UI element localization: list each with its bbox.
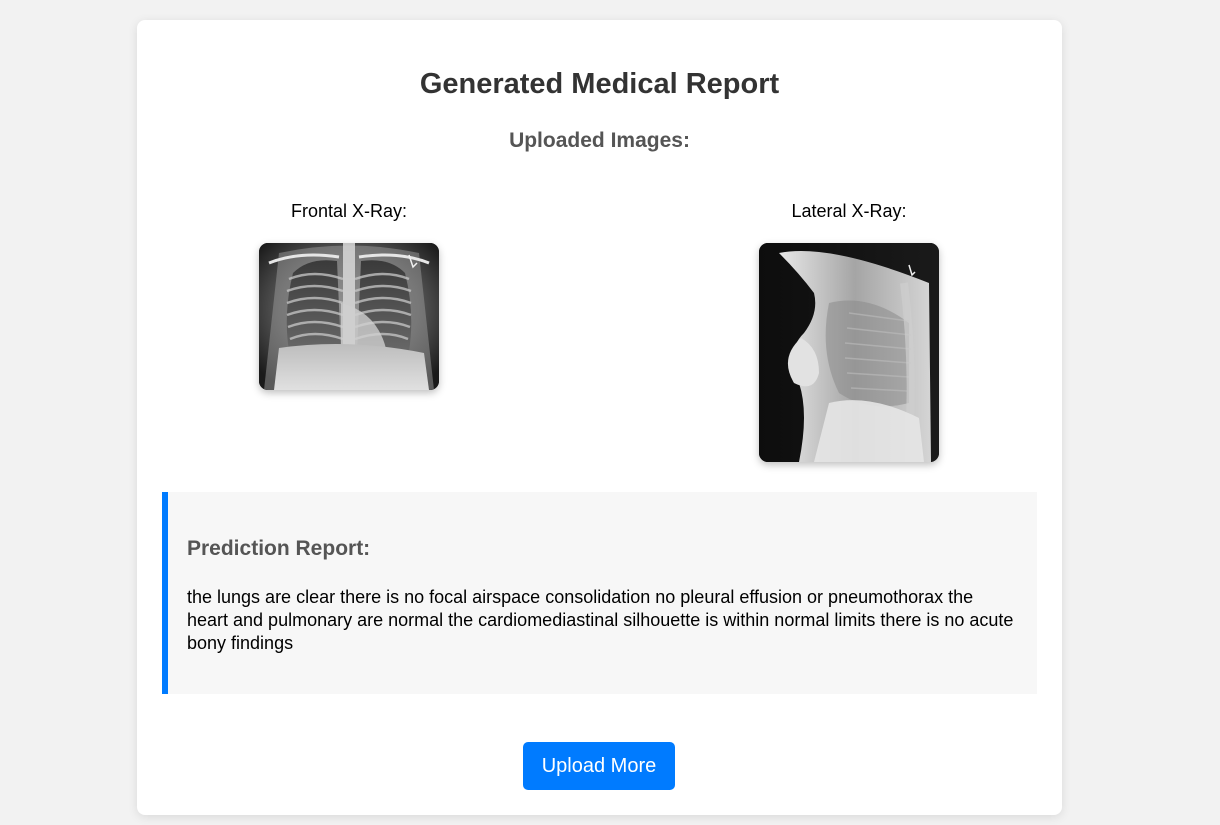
frontal-xray-section: Frontal X-Ray: xyxy=(199,200,499,390)
frontal-xray-label: Frontal X-Ray: xyxy=(290,201,408,221)
prediction-report-text: the lungs are clear there is no focal ai… xyxy=(187,587,1014,653)
prediction-report-heading: Prediction Report: xyxy=(187,537,371,560)
page-title: Generated Medical Report xyxy=(419,68,780,100)
frontal-xray-image xyxy=(259,243,439,390)
lateral-xray-label: Lateral X-Ray: xyxy=(791,201,907,221)
report-card: Generated Medical Report Uploaded Images… xyxy=(137,20,1062,815)
uploaded-images-heading: Uploaded Images: xyxy=(509,129,690,152)
lateral-xray-image xyxy=(759,243,939,462)
prediction-report-panel: Prediction Report: the lungs are clear t… xyxy=(162,492,1037,694)
upload-more-button[interactable]: Upload More xyxy=(523,742,675,790)
lateral-xray-section: Lateral X-Ray: xyxy=(699,200,999,462)
